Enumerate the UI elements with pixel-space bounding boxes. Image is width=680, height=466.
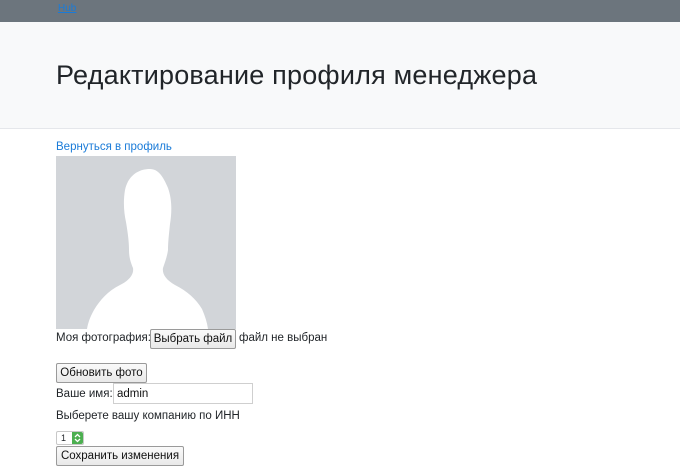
back-to-profile-link[interactable]: Вернуться в профиль [56,141,172,153]
page-title: Редактирование профиля менеджера [56,60,538,90]
page-header: Редактирование профиля менеджера [0,22,680,129]
name-input[interactable] [113,383,253,404]
update-photo-button[interactable]: Обновить фото [56,363,147,383]
name-label: Ваше имя: [56,388,113,400]
profile-photo [56,156,236,329]
company-label: Выберете вашу компанию по ИНН [56,410,240,422]
photo-label: Моя фотография: [56,332,151,344]
no-file-chosen-text: файл не выбран [239,332,328,344]
save-changes-button[interactable]: Сохранить изменения [56,446,184,466]
company-select-value: 1 [61,433,67,443]
navbar-brand-link[interactable]: Hub [58,3,76,14]
person-silhouette-icon [87,169,208,329]
select-arrows-icon [72,432,83,444]
company-select[interactable]: 1 [56,431,84,445]
choose-file-button[interactable]: Выбрать файл [150,329,236,349]
top-navbar: Hub [0,0,680,22]
